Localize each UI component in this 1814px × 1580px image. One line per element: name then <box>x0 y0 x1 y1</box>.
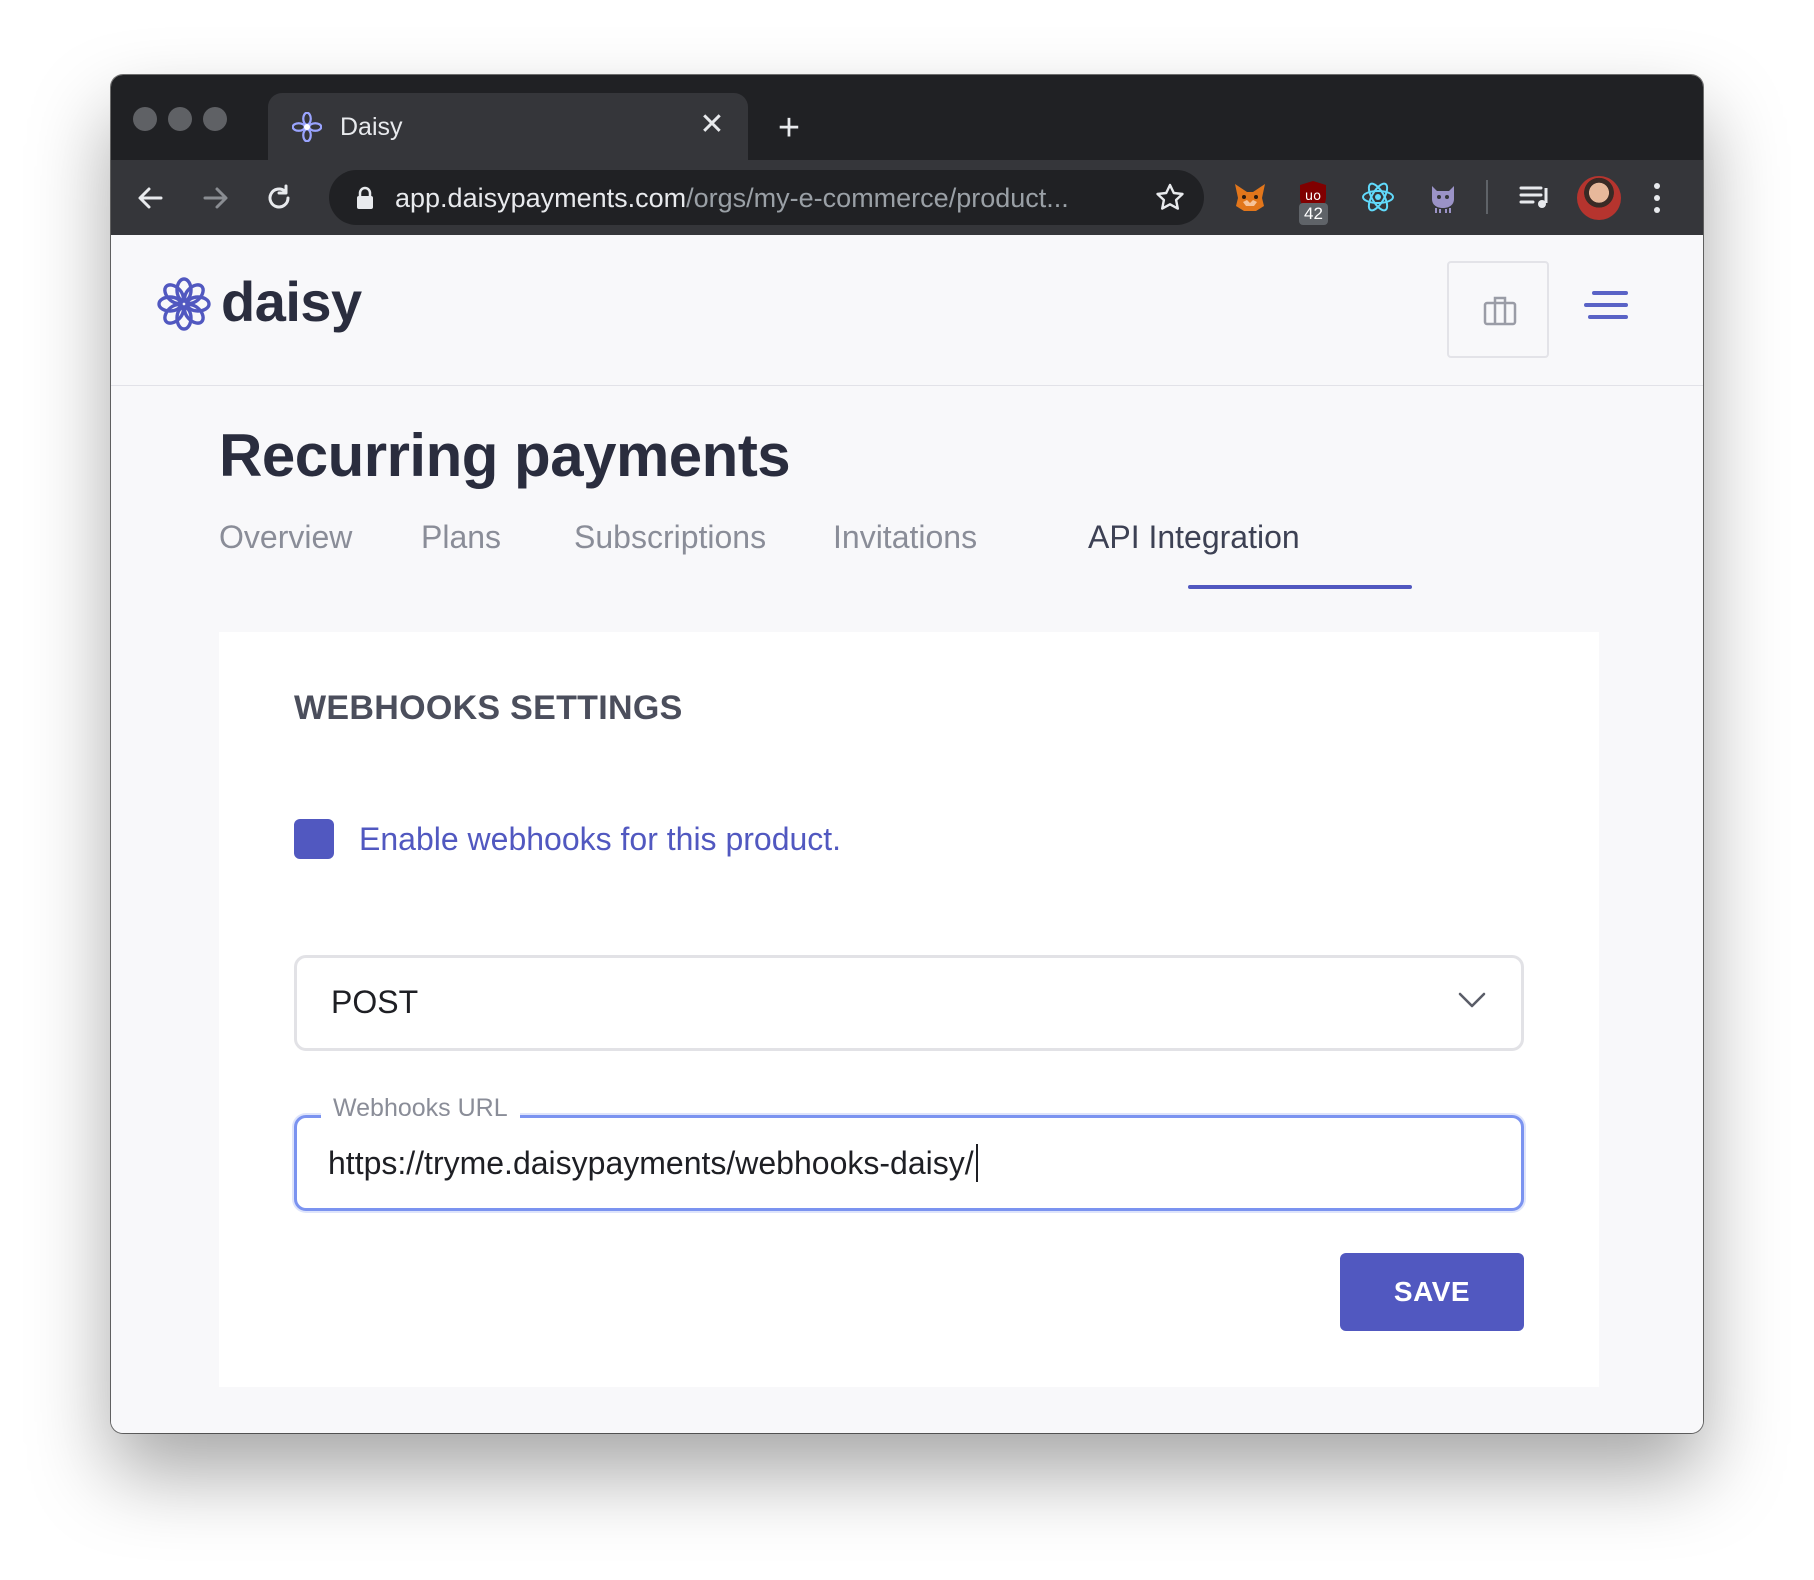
enable-webhooks-checkbox[interactable] <box>294 819 334 859</box>
webhooks-url-field[interactable]: Webhooks URL https://tryme.daisypayments… <box>294 1094 1524 1211</box>
browser-tab[interactable]: Daisy ✕ <box>268 93 748 160</box>
enable-webhooks-label[interactable]: Enable webhooks for this product. <box>359 821 841 858</box>
window-close-dot[interactable] <box>133 107 157 131</box>
forward-arrow-icon[interactable] <box>195 178 235 218</box>
window-minimize-dot[interactable] <box>168 107 192 131</box>
metamask-fox-icon[interactable] <box>1231 178 1269 216</box>
webhooks-url-input[interactable]: https://tryme.daisypayments/webhooks-dai… <box>328 1144 978 1182</box>
tab-overview[interactable]: Overview <box>219 519 352 556</box>
daisy-logo-icon[interactable] <box>157 277 211 331</box>
tab-invitations[interactable]: Invitations <box>833 519 977 556</box>
webhooks-url-label: Webhooks URL <box>321 1094 520 1123</box>
http-method-value: POST <box>331 984 419 1020</box>
hamburger-menu-icon[interactable] <box>1584 291 1628 321</box>
tab-subscriptions[interactable]: Subscriptions <box>574 519 766 556</box>
lock-icon <box>357 186 373 209</box>
save-button[interactable]: SAVE <box>1340 1253 1524 1331</box>
chevron-down-icon <box>1458 992 1486 1008</box>
octocat-icon[interactable] <box>1424 178 1462 216</box>
back-arrow-icon[interactable] <box>131 178 171 218</box>
active-tab-indicator <box>1188 585 1412 589</box>
address-bar[interactable]: app.daisypayments.com/orgs/my-e-commerce… <box>329 170 1204 225</box>
new-tab-icon[interactable]: + <box>771 109 807 147</box>
url-host: app.daisypayments.com <box>395 183 687 213</box>
daisy-favicon-icon <box>292 112 322 142</box>
tab-close-icon[interactable]: ✕ <box>696 109 728 141</box>
logo-wordmark[interactable]: daisy <box>221 269 362 334</box>
webhooks-card: WEBHOOKS SETTINGS Enable webhooks for th… <box>219 632 1599 1387</box>
tab-title: Daisy <box>340 113 403 141</box>
svg-text:uo: uo <box>1305 189 1321 204</box>
page: daisy Recurring payments Overview Plans … <box>111 235 1703 1433</box>
window-maximize-dot[interactable] <box>203 107 227 131</box>
browser-toolbar: app.daisypayments.com/orgs/my-e-commerce… <box>111 160 1703 235</box>
page-title: Recurring payments <box>219 422 791 489</box>
app-header: daisy <box>111 235 1703 386</box>
briefcase-icon <box>1483 296 1517 326</box>
ublock-count-badge: 42 <box>1299 203 1328 225</box>
browser-window: Daisy ✕ + app.daisypayments.com/orgs/my-… <box>111 75 1703 1433</box>
http-method-select[interactable]: POST <box>294 955 1524 1051</box>
reload-icon[interactable] <box>259 178 299 218</box>
url-path: /orgs/my-e-commerce/product... <box>686 183 1069 213</box>
tab-plans[interactable]: Plans <box>421 519 501 556</box>
webhooks-url-value: https://tryme.daisypayments/webhooks-dai… <box>328 1145 974 1181</box>
text-caret <box>975 1144 978 1182</box>
bookmark-star-icon[interactable] <box>1154 182 1186 214</box>
profile-avatar[interactable] <box>1577 176 1621 220</box>
react-devtools-icon[interactable] <box>1359 178 1397 216</box>
media-queue-icon[interactable] <box>1516 178 1554 216</box>
browser-menu-kebab-icon[interactable] <box>1651 180 1663 216</box>
tab-api-integration[interactable]: API Integration <box>1088 519 1300 556</box>
section-title: WEBHOOKS SETTINGS <box>294 689 683 727</box>
organization-button[interactable] <box>1447 261 1549 358</box>
toolbar-separator <box>1486 180 1488 214</box>
url-text: app.daisypayments.com/orgs/my-e-commerce… <box>395 183 1069 214</box>
browser-titlebar: Daisy ✕ + <box>111 75 1703 160</box>
